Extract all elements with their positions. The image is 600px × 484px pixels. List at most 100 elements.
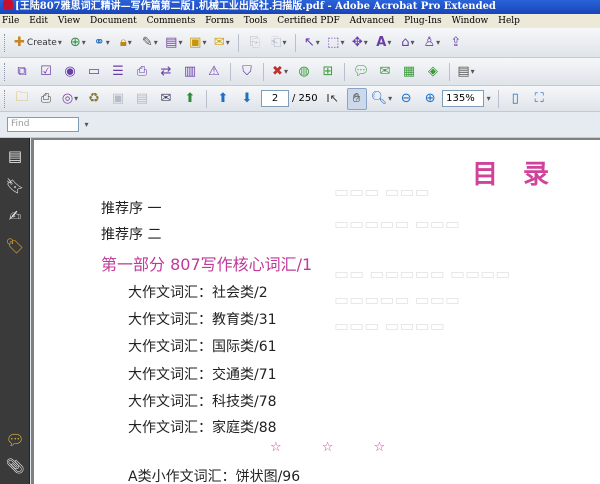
mail-button[interactable]: ✉ — [375, 61, 395, 83]
warning-icon: ⚠ — [208, 64, 220, 79]
window-title: [王陆807雅思词汇精讲—写作篇第二版].机械工业出版社.扫描版.pdf - A… — [15, 1, 496, 12]
menu-tools[interactable]: Tools — [244, 16, 268, 26]
delete-icon: ✖ — [272, 64, 283, 79]
create-button[interactable]: ✚ Create — [12, 32, 64, 54]
stamp-button[interactable]: ⌂ — [398, 32, 418, 54]
toolbar-grip[interactable] — [4, 62, 7, 81]
attach-icon: ▦ — [402, 64, 416, 79]
barcode-tool-button[interactable]: ▥ — [180, 61, 200, 83]
forms-button[interactable]: ▤ — [164, 32, 184, 54]
open-button[interactable]: 🗀︎ — [12, 88, 32, 110]
preview-button[interactable]: ⧉ — [12, 61, 32, 83]
menu-window[interactable]: Window — [452, 16, 489, 26]
share-icon: ⇪ — [450, 35, 462, 50]
zoom-level-select[interactable]: 135% — [442, 90, 485, 107]
select-tool-button[interactable]: ↖ — [302, 32, 322, 54]
collaborate-button[interactable]: ⚭ — [92, 32, 112, 54]
distribute-button[interactable]: ⇄ — [156, 61, 176, 83]
clean-button[interactable]: ♻ — [84, 88, 104, 110]
lock-icon: 🔒︎ — [119, 35, 127, 50]
save-as-button[interactable]: ▤ — [132, 88, 152, 110]
multimedia-button[interactable]: ▣ — [188, 32, 208, 54]
comments-panel-icon[interactable]: 💬︎ — [5, 430, 25, 450]
toolbar-grip[interactable] — [4, 33, 7, 52]
bleed-through-text: ▭▭ ▭▭▭▭▭ ▭▭▭▭ — [334, 264, 511, 283]
full-screen-icon: ⛶ — [534, 91, 544, 106]
copy-button[interactable]: ⎘ — [245, 32, 265, 54]
warning-button[interactable]: ⚠ — [204, 61, 224, 83]
menu-certified-pdf[interactable]: Certified PDF — [277, 16, 339, 26]
filter-button[interactable]: ⛉ — [237, 61, 257, 83]
tag-icon[interactable]: 🏷︎ — [5, 236, 25, 256]
clean-icon: ♻ — [88, 91, 100, 106]
document-pane[interactable]: ▭▭▭ ▭▭▭ ▭▭▭▭▭ ▭▭▭ ▭▭ ▭▭▭▭▭ ▭▭▭▭ ▭▭▭▭▭ ▭▭… — [31, 138, 600, 484]
text-field-tool-button[interactable]: ▭ — [84, 61, 104, 83]
object-button[interactable]: ♙ — [422, 32, 442, 54]
secure-button[interactable]: 🔒︎ — [116, 32, 136, 54]
grid-icon: ⊞ — [322, 64, 334, 79]
find-input[interactable]: Find — [7, 117, 79, 132]
print-form-button[interactable]: ⎙ — [132, 61, 152, 83]
full-screen-button[interactable]: ⛶ — [529, 88, 549, 110]
sign-button[interactable]: ✎ — [140, 32, 160, 54]
menu-help[interactable]: Help — [498, 16, 520, 26]
attach-button[interactable]: ▦ — [399, 61, 419, 83]
comment-button[interactable]: ✉ — [212, 32, 232, 54]
text-touchup-button[interactable]: A — [374, 32, 394, 54]
zoom-in-icon: ⊕ — [424, 91, 436, 106]
list-tool-button[interactable]: ☰ — [108, 61, 128, 83]
comment-icon: ✉ — [213, 35, 225, 50]
zoom-tool-button[interactable]: 🔍︎ — [371, 88, 393, 110]
pen-icon: ✎ — [141, 35, 153, 50]
fit-page-button[interactable]: ▯ — [505, 88, 525, 110]
share-button[interactable]: ⇪ — [446, 32, 466, 54]
menu-forms[interactable]: Forms — [205, 16, 234, 26]
save-as-icon: ▤ — [135, 91, 149, 106]
organizer-button[interactable]: ◎ — [60, 88, 80, 110]
move-button[interactable]: ✥ — [350, 32, 370, 54]
menu-view[interactable]: View — [58, 16, 80, 26]
menu-plug-ins[interactable]: Plug-Ins — [404, 16, 442, 26]
page-number-input[interactable]: 2 — [261, 90, 289, 107]
note-button[interactable]: 💬︎ — [351, 61, 371, 83]
bookmarks-icon[interactable]: 🔖︎ — [5, 176, 25, 196]
previous-page-button[interactable]: ⬆ — [213, 88, 233, 110]
find-options-dropdown[interactable] — [81, 114, 91, 136]
radio-tool-button[interactable]: ◉ — [60, 61, 80, 83]
delete-button[interactable]: ✖ — [270, 61, 290, 83]
distribute-icon: ⇄ — [160, 64, 172, 79]
separator — [294, 33, 296, 52]
grid-button[interactable]: ⊞ — [318, 61, 338, 83]
save-button-faded[interactable]: ▣ — [108, 88, 128, 110]
barcode-icon: ▥ — [183, 64, 197, 79]
options-button[interactable]: ▤ — [456, 61, 476, 83]
email-button[interactable]: ✉ — [156, 88, 176, 110]
marquee-button[interactable]: ⬚ — [326, 32, 346, 54]
text-cursor-icon: I↖ — [326, 92, 339, 105]
layers-button[interactable]: ◈ — [423, 61, 443, 83]
pages-icon[interactable]: ▤ — [5, 146, 25, 166]
toc-entry: A类小作文词汇：饼状图/96 — [128, 469, 301, 484]
menu-file[interactable]: File — [2, 16, 19, 26]
zoom-dropdown[interactable] — [484, 88, 492, 110]
toc-entry: 大作文词汇：交通类/71 — [128, 367, 277, 383]
print-button[interactable]: ⎙ — [36, 88, 56, 110]
toolbar-grip[interactable] — [4, 89, 7, 108]
signatures-icon[interactable]: ✍ — [5, 206, 25, 226]
menu-comments[interactable]: Comments — [147, 16, 196, 26]
menu-document[interactable]: Document — [90, 16, 137, 26]
separator — [237, 33, 239, 52]
hand-tool-button[interactable]: ✋︎ — [346, 87, 367, 110]
select-text-button[interactable]: I↖ — [323, 88, 343, 110]
layers-toggle-button[interactable]: ◍ — [294, 61, 314, 83]
checkbox-tool-button[interactable]: ☑ — [36, 61, 56, 83]
zoom-out-button[interactable]: ⊖ — [396, 88, 416, 110]
combine-button[interactable]: ⊕ — [68, 32, 88, 54]
menu-edit[interactable]: Edit — [29, 16, 48, 26]
attachments-icon[interactable]: 📎︎ — [5, 456, 25, 476]
export-button[interactable]: ⎗ — [269, 32, 289, 54]
zoom-in-button[interactable]: ⊕ — [420, 88, 440, 110]
upload-button[interactable]: ⬆ — [180, 88, 200, 110]
next-page-button[interactable]: ⬇ — [237, 88, 257, 110]
menu-advanced[interactable]: Advanced — [350, 16, 395, 26]
